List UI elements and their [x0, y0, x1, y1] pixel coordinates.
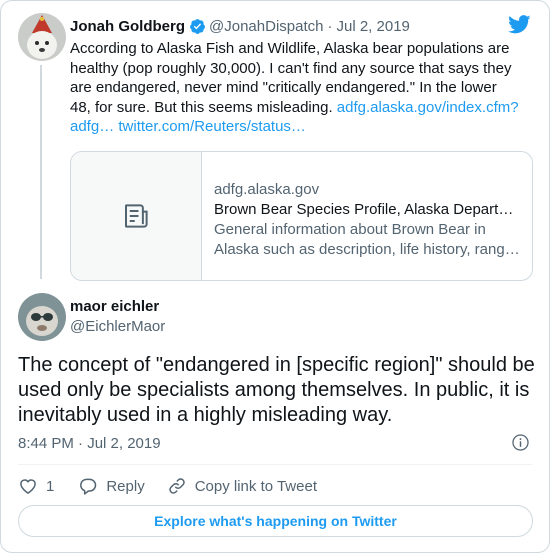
- verified-badge-icon: [189, 18, 206, 35]
- reply-button[interactable]: Reply: [78, 476, 145, 496]
- divider: [18, 464, 532, 465]
- reuters-link[interactable]: twitter.com/Reuters/status…: [118, 118, 306, 135]
- author-name[interactable]: Jonah Goldberg: [70, 18, 185, 35]
- header-separator: ·: [327, 17, 333, 35]
- reply-bubble-icon: [80, 478, 97, 495]
- avatar[interactable]: [18, 293, 66, 341]
- copy-link-button[interactable]: Copy link to Tweet: [167, 476, 317, 496]
- reply-label: Reply: [106, 477, 145, 495]
- parent-tweet-text: According to Alaska Fish and Wildlife, A…: [70, 39, 520, 137]
- link-card-body: adfg.alaska.gov Brown Bear Species Profi…: [202, 152, 532, 280]
- link-preview-card[interactable]: adfg.alaska.gov Brown Bear Species Profi…: [70, 151, 533, 281]
- link-card-title: Brown Bear Species Profile, Alaska Depar…: [214, 201, 520, 218]
- tweet-embed-card: Jonah Goldberg @JonahDispatch · Jul 2, 2…: [0, 0, 550, 553]
- like-button[interactable]: 1: [18, 476, 54, 496]
- copy-link-label: Copy link to Tweet: [194, 477, 317, 495]
- thread-connector-line: [40, 65, 42, 279]
- document-icon: [125, 204, 148, 228]
- tweet-actions: 1 Reply Copy link to Tweet: [18, 475, 317, 497]
- main-tweet-text: The concept of "endangered in [specific …: [18, 354, 535, 426]
- link-icon: [168, 478, 185, 494]
- link-card-domain: adfg.alaska.gov: [214, 181, 320, 198]
- explore-twitter-button[interactable]: Explore what's happening on Twitter: [18, 505, 533, 537]
- link-card-thumbnail: [71, 152, 202, 280]
- heart-icon: [20, 479, 36, 494]
- parent-tweet-header: Jonah Goldberg @JonahDispatch · Jul 2, 2…: [70, 16, 410, 36]
- avatar[interactable]: [18, 13, 66, 61]
- twitter-bird-icon[interactable]: [508, 15, 531, 39]
- tweet-timestamp[interactable]: 8:44 PM · Jul 2, 2019: [18, 434, 161, 454]
- like-count: 1: [46, 477, 55, 495]
- author-handle[interactable]: @JonahDispatch: [209, 18, 323, 35]
- tweet-date[interactable]: Jul 2, 2019: [336, 18, 409, 35]
- link-card-description: General information about Brown Bear in …: [214, 221, 514, 258]
- author-name[interactable]: maor eichler: [70, 297, 159, 317]
- info-icon[interactable]: [511, 433, 530, 457]
- author-handle[interactable]: @EichlerMaor: [70, 317, 165, 337]
